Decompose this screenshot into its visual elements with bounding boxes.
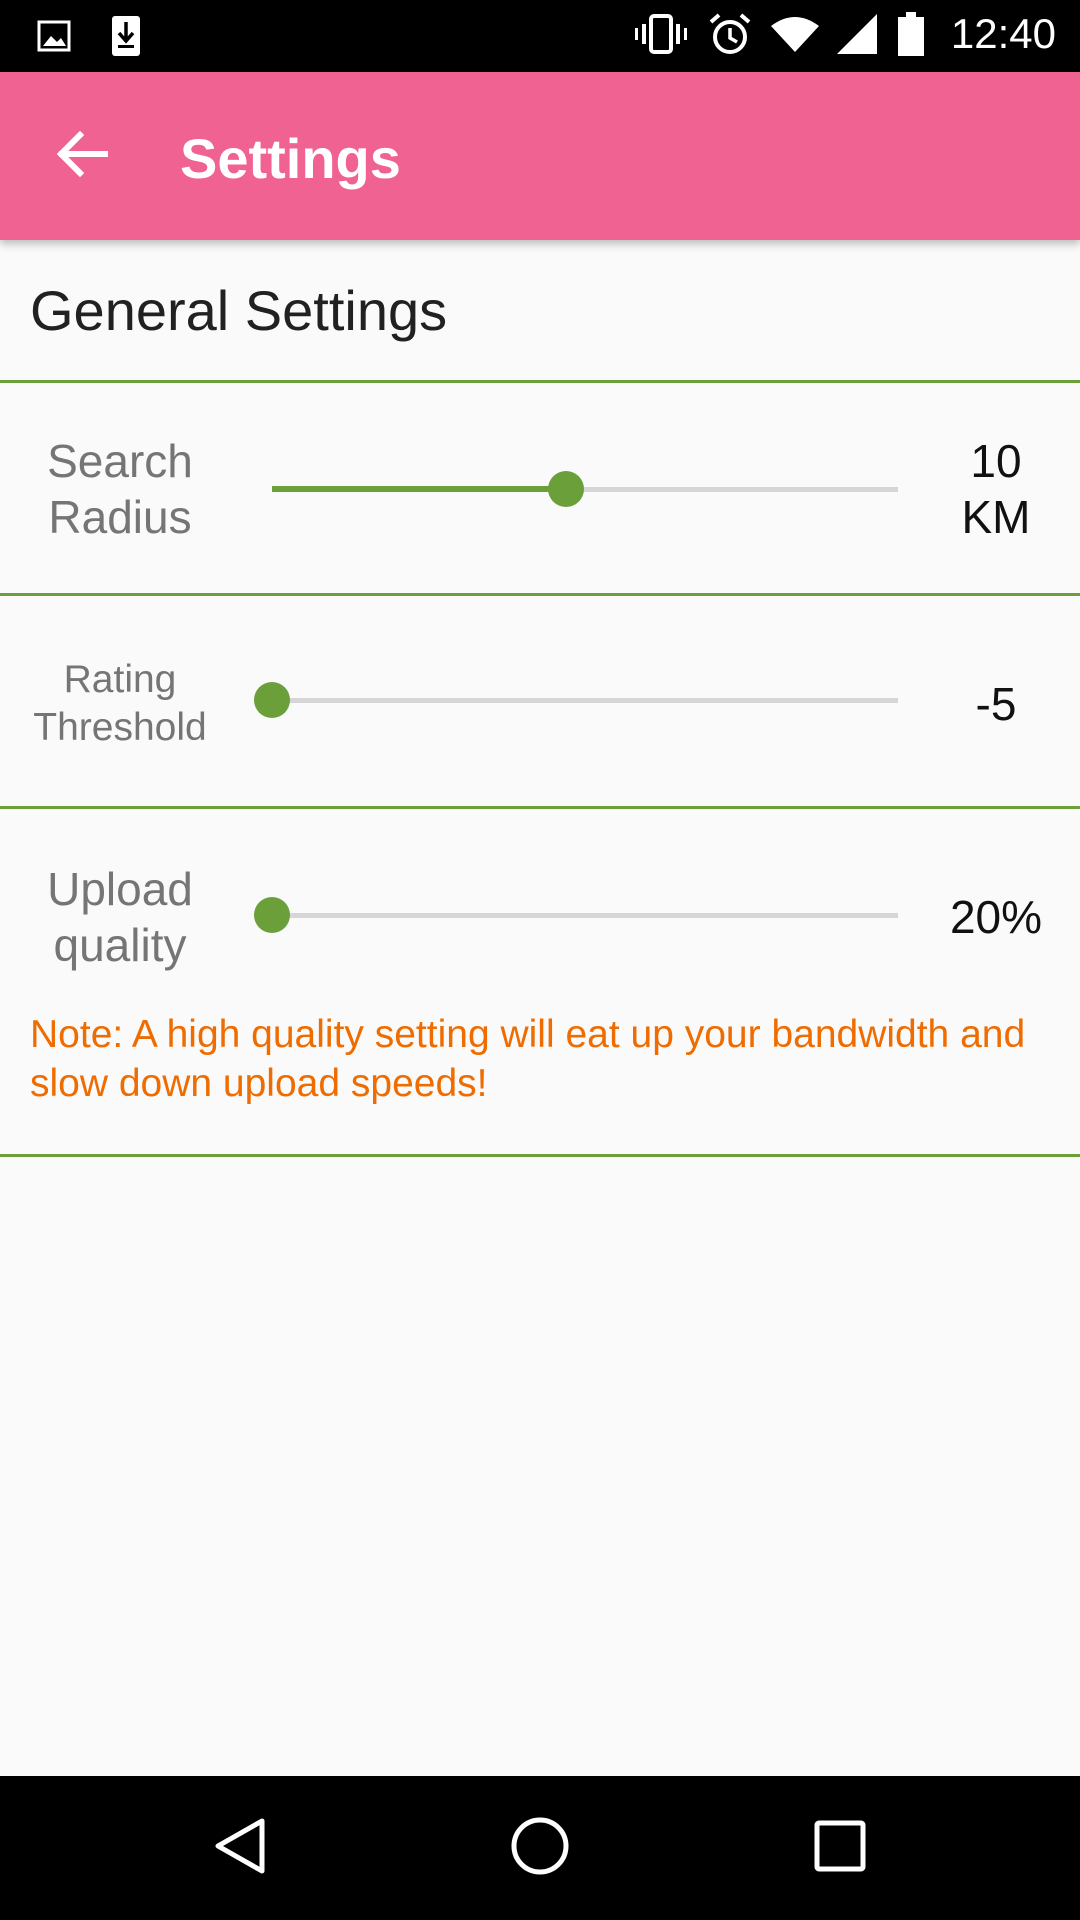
- setting-label: Rating Threshold: [33, 658, 207, 749]
- section-title: General Settings: [30, 279, 448, 342]
- app-bar: Settings: [0, 72, 1080, 240]
- status-clock: 12:40: [950, 10, 1056, 57]
- back-button[interactable]: [46, 120, 118, 192]
- alarm-icon: [707, 12, 753, 56]
- divider: [0, 1154, 1080, 1157]
- status-bar: 12:40: [0, 0, 1080, 72]
- cell-signal-icon: [836, 12, 879, 56]
- slider-thumb[interactable]: [254, 682, 290, 718]
- upload-quality-slider[interactable]: [254, 895, 898, 935]
- setting-label: Upload quality: [47, 863, 193, 971]
- slider-fill: [272, 486, 567, 492]
- upload-quality-note: Note: A high quality setting will eat up…: [30, 1013, 1026, 1105]
- setting-row-rating-threshold: Rating Threshold -5: [0, 596, 1080, 806]
- nav-back-button[interactable]: [204, 1812, 276, 1884]
- battery-icon: [897, 12, 925, 56]
- slider-thumb[interactable]: [254, 897, 290, 933]
- back-triangle-icon: [212, 1816, 268, 1881]
- rating-threshold-slider[interactable]: [254, 680, 898, 720]
- setting-row-search-radius: Search Radius 10 KM: [0, 383, 1080, 593]
- search-radius-unit: KM: [961, 491, 1031, 543]
- setting-value: -5: [975, 678, 1017, 730]
- slider-track: [272, 913, 898, 918]
- navigation-bar: [0, 1776, 1080, 1920]
- download-icon: [108, 14, 144, 58]
- recents-square-icon: [814, 1820, 866, 1877]
- nav-home-button[interactable]: [504, 1812, 576, 1884]
- arrow-back-icon: [56, 130, 109, 182]
- home-circle-icon: [510, 1816, 570, 1881]
- image-icon: [36, 14, 72, 58]
- slider-track: [272, 698, 898, 703]
- setting-value: 10 KM: [926, 433, 1066, 545]
- nav-recents-button[interactable]: [804, 1812, 876, 1884]
- slider-thumb[interactable]: [548, 471, 585, 507]
- search-radius-slider[interactable]: [272, 469, 898, 509]
- vibrate-icon: [633, 12, 689, 56]
- setting-label: Search Radius: [47, 435, 193, 543]
- setting-value: 20%: [949, 891, 1043, 943]
- wifi-icon: [770, 12, 819, 56]
- page-title: Settings: [180, 127, 401, 190]
- search-radius-number: 10: [970, 435, 1022, 487]
